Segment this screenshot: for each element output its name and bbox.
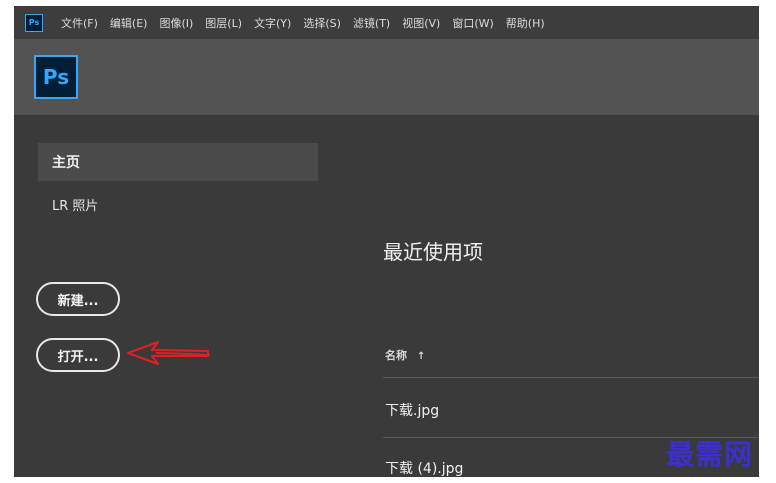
ps-logo: Ps [34, 55, 78, 99]
name-column-header[interactable]: 名称 ↑ [385, 347, 425, 363]
menu-edit[interactable]: 编辑(E) [110, 15, 148, 31]
menu-filter[interactable]: 滤镜(T) [353, 15, 390, 31]
recent-file-item[interactable]: 下载 (4).jpg [385, 458, 463, 477]
sidebar-item-home[interactable]: 主页 [38, 143, 318, 181]
menu-select[interactable]: 选择(S) [303, 15, 341, 31]
recent-title: 最近使用项 [383, 240, 483, 264]
photoshop-window: Ps 文件(F) 编辑(E) 图像(I) 图层(L) 文字(Y) 选择(S) 滤… [14, 6, 759, 477]
menu-window[interactable]: 窗口(W) [452, 15, 493, 31]
ps-app-icon: Ps [25, 13, 43, 32]
home-screen: 主页 LR 照片 新建... 打开... 最近使用项 名称 ↑ 下载.jpg 下载… [14, 115, 759, 477]
new-button[interactable]: 新建... [36, 282, 120, 316]
watermark: 最需网 [666, 438, 754, 471]
sidebar-item-lr-photos[interactable]: LR 照片 [52, 195, 98, 214]
menu-file[interactable]: 文件(F) [61, 15, 98, 31]
menu-image[interactable]: 图像(I) [159, 15, 193, 31]
menu-view[interactable]: 视图(V) [402, 15, 440, 31]
options-bar: Ps [14, 39, 759, 115]
red-arrow-icon [127, 341, 211, 365]
name-column-label: 名称 [385, 349, 407, 362]
recent-file-item[interactable]: 下载.jpg [385, 400, 439, 420]
menu-type[interactable]: 文字(Y) [254, 15, 291, 31]
menu-help[interactable]: 帮助(H) [506, 15, 545, 31]
sort-ascending-icon[interactable]: ↑ [417, 351, 425, 362]
menu-items: 文件(F) 编辑(E) 图像(I) 图层(L) 文字(Y) 选择(S) 滤镜(T… [61, 15, 557, 31]
divider [383, 377, 759, 378]
menu-layer[interactable]: 图层(L) [205, 15, 242, 31]
menu-bar: Ps 文件(F) 编辑(E) 图像(I) 图层(L) 文字(Y) 选择(S) 滤… [14, 6, 759, 39]
open-button[interactable]: 打开... [36, 338, 120, 372]
